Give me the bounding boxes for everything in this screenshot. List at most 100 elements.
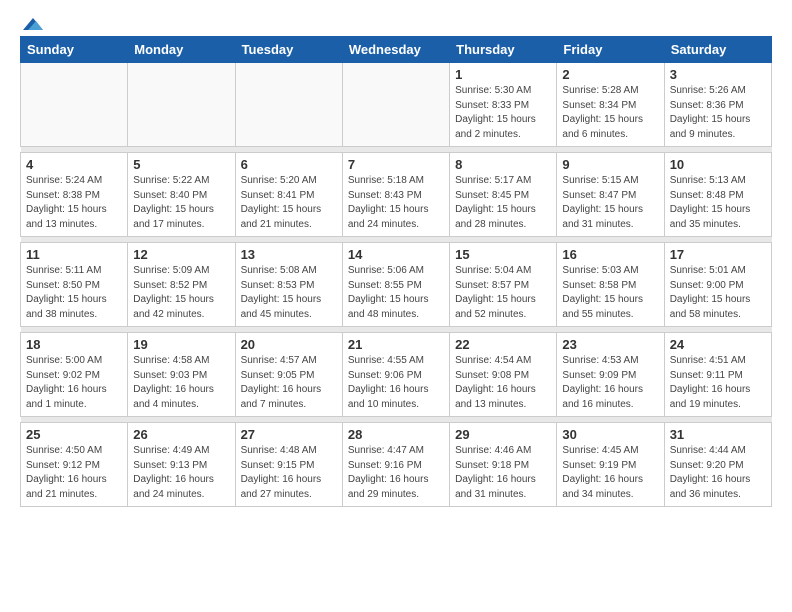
day-info: Sunrise: 4:49 AM Sunset: 9:13 PM Dayligh… — [133, 444, 229, 502]
day-number: 16 — [562, 247, 658, 262]
calendar-cell: 10 Sunrise: 5:13 AM Sunset: 8:48 PM Dayli… — [664, 153, 771, 237]
day-number: 27 — [241, 427, 337, 442]
day-number: 15 — [455, 247, 551, 262]
calendar-cell: 26 Sunrise: 4:49 AM Sunset: 9:13 PM Dayli… — [128, 423, 235, 507]
day-info: Sunrise: 4:48 AM Sunset: 9:15 PM Dayligh… — [241, 444, 337, 502]
day-number: 11 — [26, 247, 122, 262]
calendar-cell: 20 Sunrise: 4:57 AM Sunset: 9:05 PM Dayli… — [235, 333, 342, 417]
logo-icon — [23, 16, 43, 32]
day-info: Sunrise: 5:20 AM Sunset: 8:41 PM Dayligh… — [241, 174, 337, 232]
day-info: Sunrise: 4:57 AM Sunset: 9:05 PM Dayligh… — [241, 354, 337, 412]
day-number: 10 — [670, 157, 766, 172]
calendar-cell: 15 Sunrise: 5:04 AM Sunset: 8:57 PM Dayli… — [450, 243, 557, 327]
day-number: 23 — [562, 337, 658, 352]
calendar-cell: 18 Sunrise: 5:00 AM Sunset: 9:02 PM Dayli… — [21, 333, 128, 417]
day-number: 28 — [348, 427, 444, 442]
calendar-week-1: 1Sunrise: 5:30 AM Sunset: 8:33 PM Daylig… — [21, 63, 772, 147]
page: SundayMondayTuesdayWednesdayThursdayFrid… — [0, 0, 792, 523]
calendar-cell: 4 Sunrise: 5:24 AM Sunset: 8:38 PM Daylig… — [21, 153, 128, 237]
day-number: 26 — [133, 427, 229, 442]
calendar-cell: 29Sunrise: 4:46 AM Sunset: 9:18 PM Dayli… — [450, 423, 557, 507]
day-info: Sunrise: 5:01 AM Sunset: 9:00 PM Dayligh… — [670, 264, 766, 322]
logo — [20, 16, 43, 28]
day-info: Sunrise: 5:24 AM Sunset: 8:38 PM Dayligh… — [26, 174, 122, 232]
day-info: Sunrise: 4:45 AM Sunset: 9:19 PM Dayligh… — [562, 444, 658, 502]
day-number: 24 — [670, 337, 766, 352]
calendar-cell: 7Sunrise: 5:18 AM Sunset: 8:43 PM Daylig… — [342, 153, 449, 237]
day-info: Sunrise: 5:30 AM Sunset: 8:33 PM Dayligh… — [455, 84, 551, 142]
day-number: 21 — [348, 337, 444, 352]
calendar-cell — [342, 63, 449, 147]
column-header-thursday: Thursday — [450, 37, 557, 63]
calendar-week-2: 4 Sunrise: 5:24 AM Sunset: 8:38 PM Daylig… — [21, 153, 772, 237]
day-info: Sunrise: 5:15 AM Sunset: 8:47 PM Dayligh… — [562, 174, 658, 232]
day-info: Sunrise: 5:28 AM Sunset: 8:34 PM Dayligh… — [562, 84, 658, 142]
day-info: Sunrise: 5:04 AM Sunset: 8:57 PM Dayligh… — [455, 264, 551, 322]
calendar-cell — [128, 63, 235, 147]
day-number: 30 — [562, 427, 658, 442]
day-info: Sunrise: 4:50 AM Sunset: 9:12 PM Dayligh… — [26, 444, 122, 502]
day-number: 18 — [26, 337, 122, 352]
day-info: Sunrise: 5:09 AM Sunset: 8:52 PM Dayligh… — [133, 264, 229, 322]
day-info: Sunrise: 5:06 AM Sunset: 8:55 PM Dayligh… — [348, 264, 444, 322]
calendar-cell: 30 Sunrise: 4:45 AM Sunset: 9:19 PM Dayli… — [557, 423, 664, 507]
day-number: 3 — [670, 67, 766, 82]
column-header-monday: Monday — [128, 37, 235, 63]
calendar-cell: 28 Sunrise: 4:47 AM Sunset: 9:16 PM Dayli… — [342, 423, 449, 507]
day-info: Sunrise: 5:11 AM Sunset: 8:50 PM Dayligh… — [26, 264, 122, 322]
day-number: 2 — [562, 67, 658, 82]
calendar-cell — [21, 63, 128, 147]
day-info: Sunrise: 5:17 AM Sunset: 8:45 PM Dayligh… — [455, 174, 551, 232]
calendar-cell: 16 Sunrise: 5:03 AM Sunset: 8:58 PM Dayli… — [557, 243, 664, 327]
calendar-cell: 13 Sunrise: 5:08 AM Sunset: 8:53 PM Dayli… — [235, 243, 342, 327]
calendar-cell: 8 Sunrise: 5:17 AM Sunset: 8:45 PM Daylig… — [450, 153, 557, 237]
calendar-week-5: 25 Sunrise: 4:50 AM Sunset: 9:12 PM Dayli… — [21, 423, 772, 507]
calendar-cell: 12Sunrise: 5:09 AM Sunset: 8:52 PM Dayli… — [128, 243, 235, 327]
day-number: 19 — [133, 337, 229, 352]
day-info: Sunrise: 5:26 AM Sunset: 8:36 PM Dayligh… — [670, 84, 766, 142]
calendar-cell — [235, 63, 342, 147]
calendar-cell: 27 Sunrise: 4:48 AM Sunset: 9:15 PM Dayli… — [235, 423, 342, 507]
column-header-saturday: Saturday — [664, 37, 771, 63]
calendar-header-row: SundayMondayTuesdayWednesdayThursdayFrid… — [21, 37, 772, 63]
day-number: 22 — [455, 337, 551, 352]
column-header-friday: Friday — [557, 37, 664, 63]
calendar-week-4: 18 Sunrise: 5:00 AM Sunset: 9:02 PM Dayli… — [21, 333, 772, 417]
day-number: 29 — [455, 427, 551, 442]
calendar-cell: 3 Sunrise: 5:26 AM Sunset: 8:36 PM Daylig… — [664, 63, 771, 147]
day-number: 25 — [26, 427, 122, 442]
calendar-cell: 19 Sunrise: 4:58 AM Sunset: 9:03 PM Dayli… — [128, 333, 235, 417]
calendar-cell: 2 Sunrise: 5:28 AM Sunset: 8:34 PM Daylig… — [557, 63, 664, 147]
day-number: 20 — [241, 337, 337, 352]
day-info: Sunrise: 5:13 AM Sunset: 8:48 PM Dayligh… — [670, 174, 766, 232]
calendar-cell: 31 Sunrise: 4:44 AM Sunset: 9:20 PM Dayli… — [664, 423, 771, 507]
calendar-cell: 1Sunrise: 5:30 AM Sunset: 8:33 PM Daylig… — [450, 63, 557, 147]
column-header-tuesday: Tuesday — [235, 37, 342, 63]
day-number: 17 — [670, 247, 766, 262]
day-info: Sunrise: 4:47 AM Sunset: 9:16 PM Dayligh… — [348, 444, 444, 502]
day-info: Sunrise: 4:58 AM Sunset: 9:03 PM Dayligh… — [133, 354, 229, 412]
day-number: 8 — [455, 157, 551, 172]
day-number: 5 — [133, 157, 229, 172]
day-info: Sunrise: 4:44 AM Sunset: 9:20 PM Dayligh… — [670, 444, 766, 502]
day-info: Sunrise: 4:54 AM Sunset: 9:08 PM Dayligh… — [455, 354, 551, 412]
column-header-sunday: Sunday — [21, 37, 128, 63]
day-number: 14 — [348, 247, 444, 262]
calendar-week-3: 11 Sunrise: 5:11 AM Sunset: 8:50 PM Dayli… — [21, 243, 772, 327]
day-info: Sunrise: 5:18 AM Sunset: 8:43 PM Dayligh… — [348, 174, 444, 232]
calendar-cell: 23Sunrise: 4:53 AM Sunset: 9:09 PM Dayli… — [557, 333, 664, 417]
day-number: 9 — [562, 157, 658, 172]
day-info: Sunrise: 5:08 AM Sunset: 8:53 PM Dayligh… — [241, 264, 337, 322]
header — [20, 16, 772, 28]
calendar-cell: 22 Sunrise: 4:54 AM Sunset: 9:08 PM Dayli… — [450, 333, 557, 417]
calendar-cell: 9 Sunrise: 5:15 AM Sunset: 8:47 PM Daylig… — [557, 153, 664, 237]
day-info: Sunrise: 5:00 AM Sunset: 9:02 PM Dayligh… — [26, 354, 122, 412]
day-number: 31 — [670, 427, 766, 442]
day-number: 4 — [26, 157, 122, 172]
day-number: 6 — [241, 157, 337, 172]
column-header-wednesday: Wednesday — [342, 37, 449, 63]
day-info: Sunrise: 5:03 AM Sunset: 8:58 PM Dayligh… — [562, 264, 658, 322]
day-info: Sunrise: 4:51 AM Sunset: 9:11 PM Dayligh… — [670, 354, 766, 412]
day-number: 13 — [241, 247, 337, 262]
calendar-cell: 24 Sunrise: 4:51 AM Sunset: 9:11 PM Dayli… — [664, 333, 771, 417]
